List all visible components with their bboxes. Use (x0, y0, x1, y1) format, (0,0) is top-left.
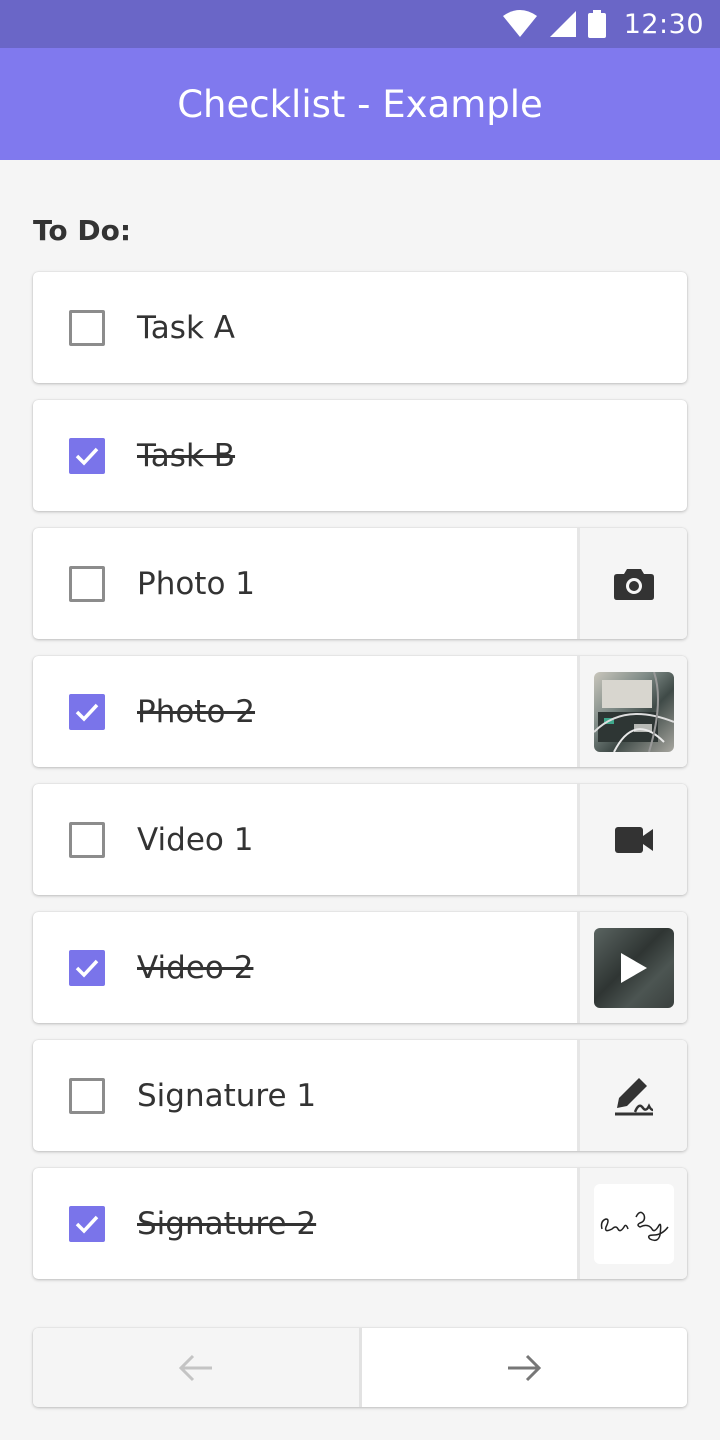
task-label: Signature 1 (137, 1077, 317, 1114)
signature-pen-icon (614, 1077, 653, 1115)
task-label: Video 1 (137, 821, 254, 858)
app-bar: Checklist - Example (0, 48, 720, 160)
task-main[interactable]: Video 2 (33, 912, 577, 1023)
video-attachment[interactable] (577, 912, 687, 1023)
photo-thumbnail-image (593, 671, 674, 752)
task-card[interactable]: Video 1 (33, 784, 687, 895)
task-card[interactable]: Signature 2 (33, 1168, 687, 1279)
task-main[interactable]: Task A (33, 272, 687, 383)
task-label: Task A (137, 309, 235, 346)
record-video-button[interactable] (577, 784, 687, 895)
check-icon (75, 959, 99, 978)
photo-thumbnail[interactable] (593, 671, 674, 752)
previous-button[interactable] (33, 1328, 362, 1407)
task-card[interactable]: Task B (33, 400, 687, 511)
photo-attachment[interactable] (577, 656, 687, 767)
play-icon (620, 952, 647, 983)
cellular-signal-icon (549, 11, 576, 37)
task-checkbox[interactable] (69, 565, 105, 602)
task-checkbox[interactable] (69, 693, 105, 730)
task-label: Task B (137, 437, 236, 474)
task-list: Task A Task B Photo 1 Photo 2 Video 1 Vi… (33, 272, 687, 1296)
task-checkbox[interactable] (69, 949, 105, 986)
task-card[interactable]: Photo 1 (33, 528, 687, 639)
task-checkbox[interactable] (69, 821, 105, 858)
add-signature-button[interactable] (577, 1040, 687, 1151)
arrow-left-icon (178, 1354, 212, 1381)
task-card[interactable]: Video 2 (33, 912, 687, 1023)
arrow-right-icon (508, 1354, 542, 1381)
status-bar: 12:30 (0, 0, 720, 48)
status-icons: 12:30 (502, 9, 704, 40)
camera-icon (613, 568, 654, 600)
take-photo-button[interactable] (577, 528, 687, 639)
task-main[interactable]: Signature 1 (33, 1040, 577, 1151)
task-main[interactable]: Video 1 (33, 784, 577, 895)
task-main[interactable]: Task B (33, 400, 687, 511)
task-label: Signature 2 (137, 1205, 317, 1242)
check-icon (75, 447, 99, 466)
signature-thumbnail[interactable] (593, 1183, 674, 1264)
task-main[interactable]: Signature 2 (33, 1168, 577, 1279)
task-label: Photo 1 (137, 565, 256, 602)
handwritten-signature (600, 1211, 669, 1241)
signature-attachment[interactable] (577, 1168, 687, 1279)
navigation-bar (33, 1328, 687, 1407)
battery-icon (587, 10, 606, 38)
task-label: Photo 2 (137, 693, 256, 730)
task-card[interactable]: Signature 1 (33, 1040, 687, 1151)
task-card[interactable]: Photo 2 (33, 656, 687, 767)
task-card[interactable]: Task A (33, 272, 687, 383)
check-icon (75, 1215, 99, 1234)
video-thumbnail[interactable] (593, 927, 674, 1008)
task-checkbox[interactable] (69, 437, 105, 474)
task-label: Video 2 (137, 949, 254, 986)
check-icon (75, 703, 99, 722)
task-checkbox[interactable] (69, 1205, 105, 1242)
app-title: Checklist - Example (177, 82, 543, 126)
task-main[interactable]: Photo 1 (33, 528, 577, 639)
video-camera-icon (614, 826, 653, 853)
status-time: 12:30 (623, 8, 704, 40)
wifi-icon (502, 10, 537, 37)
task-main[interactable]: Photo 2 (33, 656, 577, 767)
next-button[interactable] (361, 1328, 687, 1407)
task-checkbox[interactable] (69, 309, 105, 346)
section-title: To Do: (33, 214, 132, 247)
task-checkbox[interactable] (69, 1077, 105, 1114)
